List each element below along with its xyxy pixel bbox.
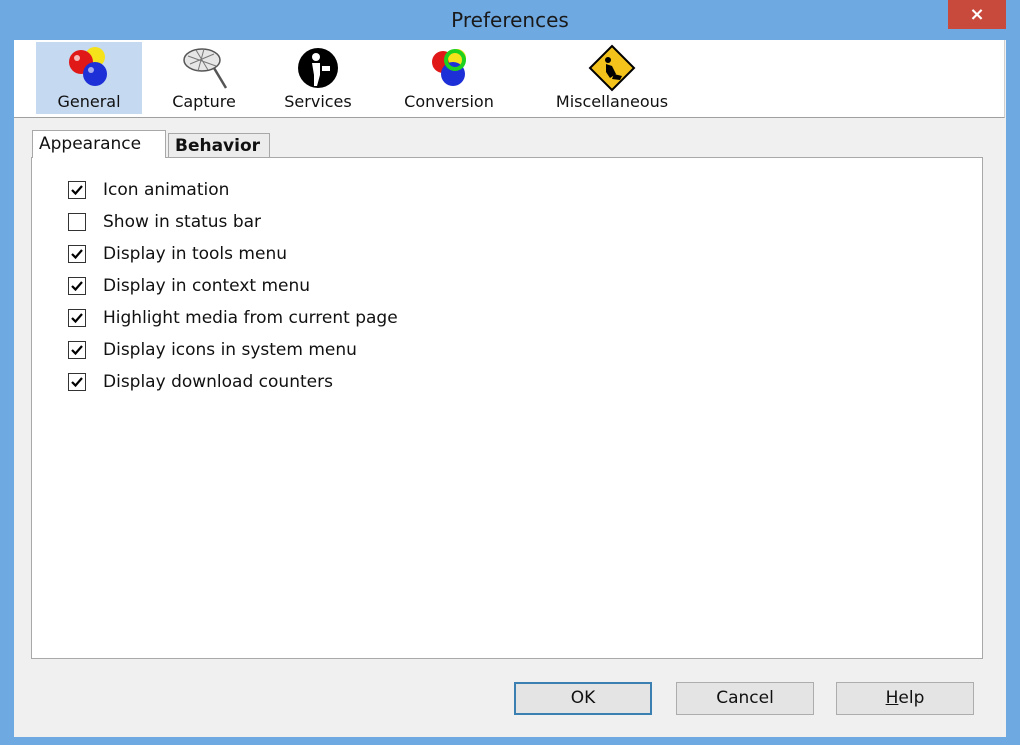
tab-appearance[interactable]: Appearance bbox=[32, 130, 166, 158]
checkbox-show-in-status-bar[interactable] bbox=[68, 213, 86, 231]
ok-button[interactable]: OK bbox=[514, 682, 652, 715]
toolbar-capture[interactable]: Capture bbox=[154, 42, 254, 114]
toolbar-conversion-label: Conversion bbox=[404, 92, 494, 111]
net-icon bbox=[183, 48, 228, 89]
conversion-balls-icon bbox=[432, 49, 466, 86]
checkbox-highlight-media[interactable] bbox=[68, 309, 86, 327]
toolbar-miscellaneous-label: Miscellaneous bbox=[555, 92, 669, 111]
checkbox-display-in-tools-menu[interactable] bbox=[68, 245, 86, 263]
window-title: Preferences bbox=[451, 8, 569, 32]
option-label: Show in status bar bbox=[103, 212, 262, 232]
construction-sign-icon bbox=[588, 44, 636, 92]
option-label: Display download counters bbox=[103, 372, 333, 392]
option-label: Highlight media from current page bbox=[103, 308, 398, 328]
toolbar-miscellaneous[interactable]: Miscellaneous bbox=[536, 42, 688, 114]
help-label-rest: elp bbox=[898, 688, 925, 708]
appearance-panel: Icon animation Show in status bar Displa… bbox=[31, 157, 983, 659]
close-button[interactable]: × bbox=[948, 0, 1006, 29]
toolbar-services[interactable]: Services bbox=[270, 42, 366, 114]
checkbox-icon-animation[interactable] bbox=[68, 181, 86, 199]
help-button[interactable]: Help bbox=[836, 682, 974, 715]
preferences-window: Preferences × General Capture Services C… bbox=[0, 0, 1020, 745]
tab-behavior[interactable]: Behavior bbox=[168, 133, 270, 157]
toolbar-services-label: Services bbox=[284, 92, 352, 111]
option-label: Display icons in system menu bbox=[103, 340, 357, 360]
checkmark-icon bbox=[71, 313, 83, 324]
checkmark-icon bbox=[71, 185, 83, 196]
person-sign-icon bbox=[298, 48, 338, 88]
checkmark-icon bbox=[71, 249, 83, 260]
option-label: Display in tools menu bbox=[103, 244, 287, 264]
toolbar-general-label: General bbox=[57, 92, 121, 111]
toolbar-capture-label: Capture bbox=[172, 92, 236, 111]
checkbox-display-icons-system-menu[interactable] bbox=[68, 341, 86, 359]
checkbox-display-in-context-menu[interactable] bbox=[68, 277, 86, 295]
checkmark-icon bbox=[71, 345, 83, 356]
help-mnemonic: H bbox=[885, 688, 899, 708]
title-bar[interactable]: Preferences × bbox=[0, 0, 1020, 40]
cancel-button[interactable]: Cancel bbox=[676, 682, 814, 715]
checkmark-icon bbox=[71, 377, 83, 388]
option-label: Icon animation bbox=[103, 180, 230, 200]
toolbar-general[interactable]: General bbox=[36, 42, 142, 114]
option-label: Display in context menu bbox=[103, 276, 311, 296]
category-toolbar: General Capture Services Conversion Misc… bbox=[14, 40, 1005, 118]
toolbar-conversion[interactable]: Conversion bbox=[386, 42, 512, 114]
checkbox-display-download-counters[interactable] bbox=[68, 373, 86, 391]
dialog-client-area: General Capture Services Conversion Misc… bbox=[14, 40, 1006, 737]
checkmark-icon bbox=[71, 281, 83, 292]
colored-balls-icon bbox=[69, 47, 107, 86]
